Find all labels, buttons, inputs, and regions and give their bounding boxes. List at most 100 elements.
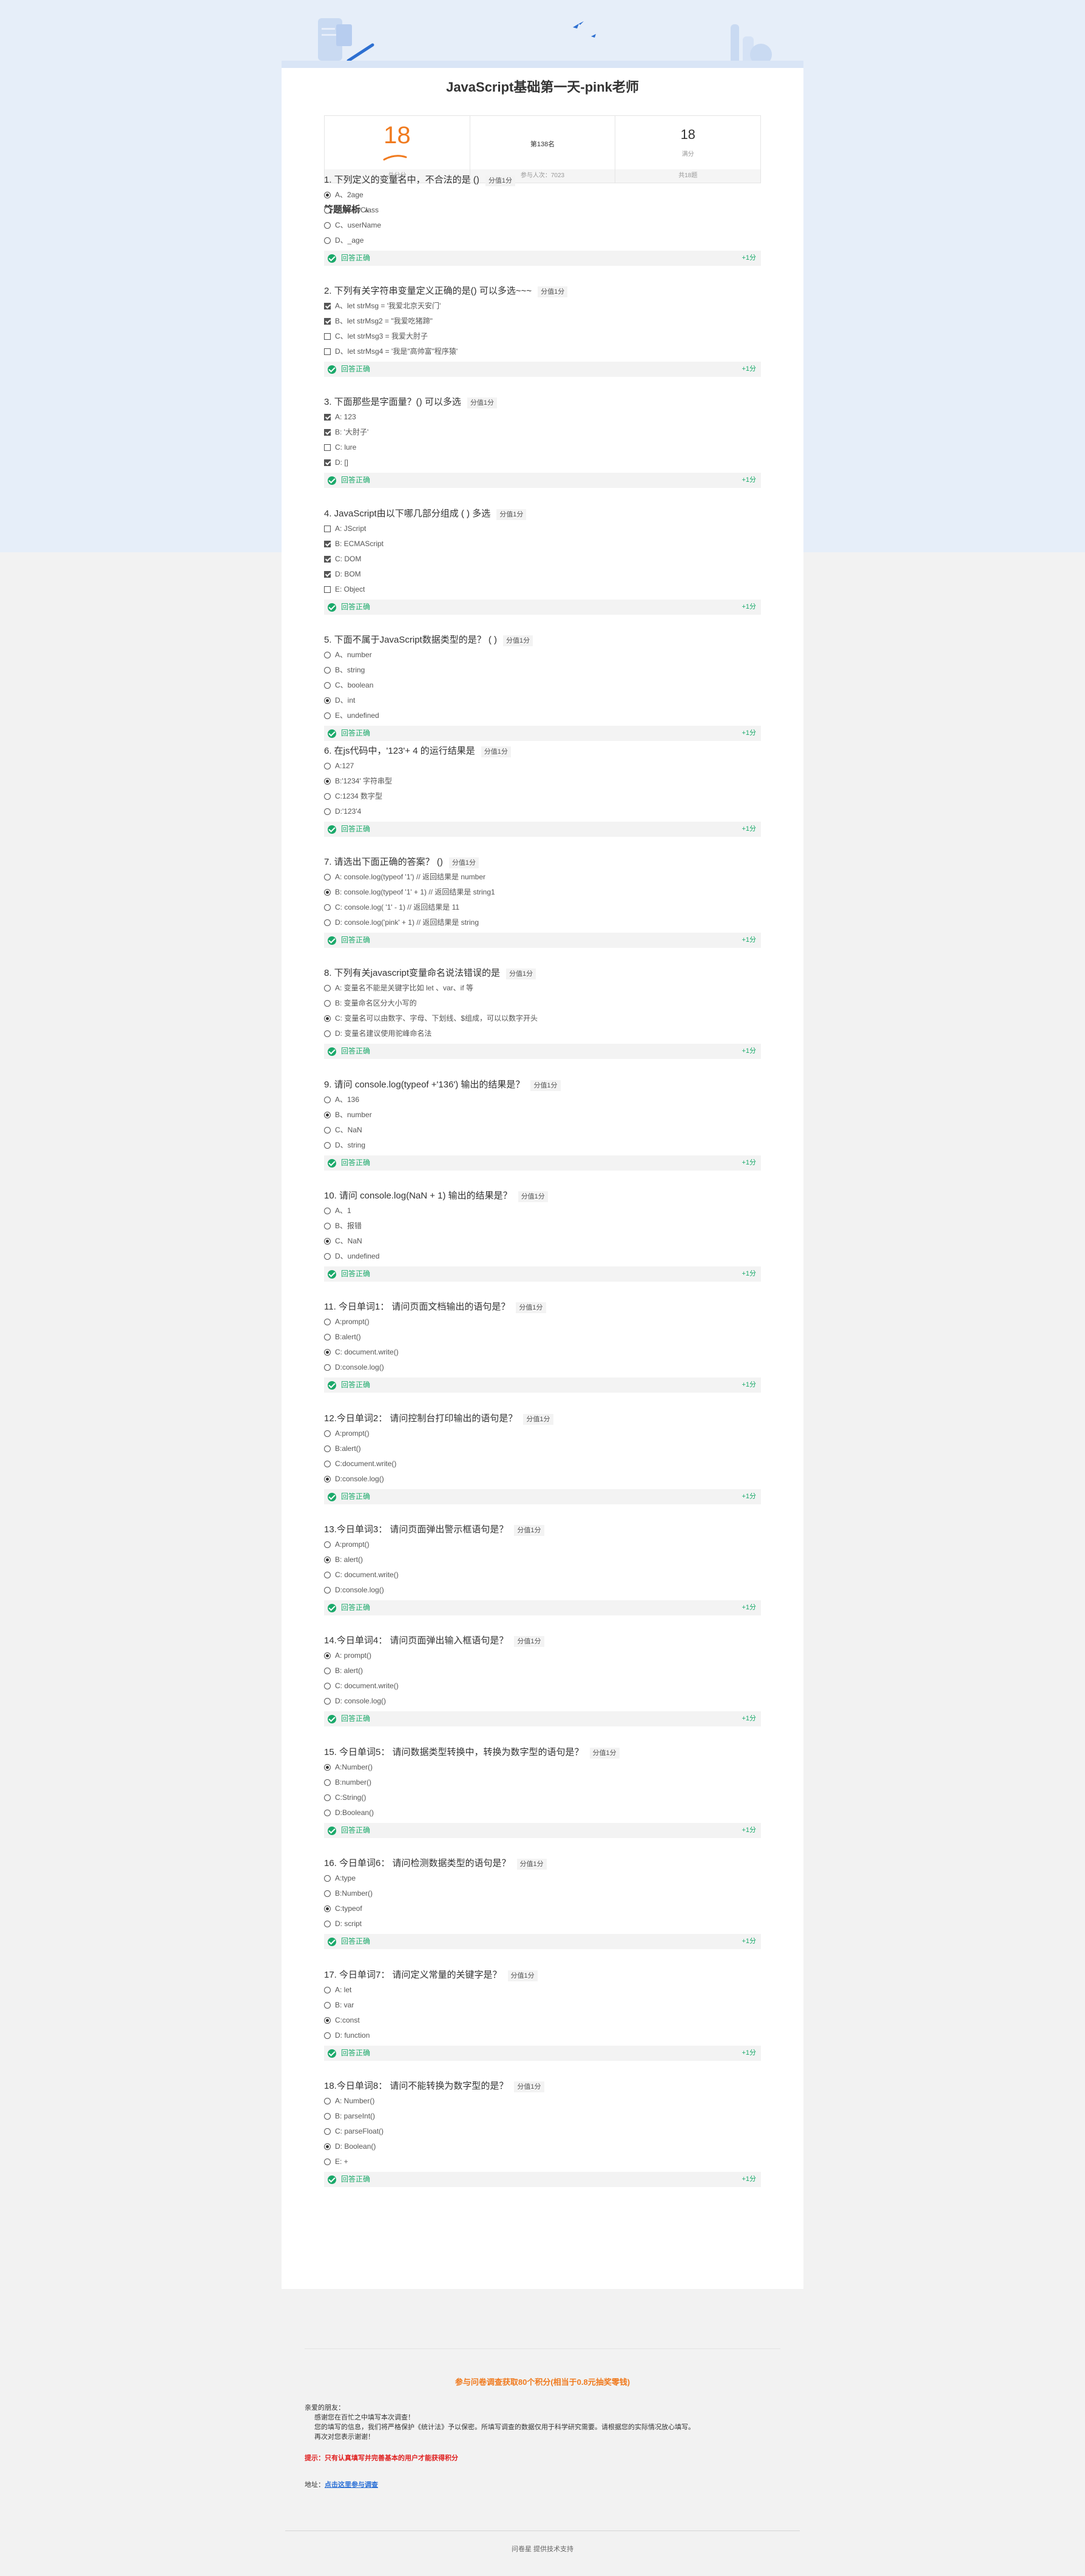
answer-option[interactable]: D:console.log() [324, 1472, 761, 1487]
answer-option[interactable]: B: alert() [324, 1552, 761, 1567]
answer-option[interactable]: A:prompt() [324, 1537, 761, 1552]
checkbox[interactable] [324, 459, 331, 466]
answer-option[interactable]: A:prompt() [324, 1314, 761, 1330]
radio-button[interactable] [324, 1890, 331, 1897]
radio-button[interactable] [324, 1142, 331, 1149]
answer-option[interactable]: A: let [324, 1983, 761, 1998]
radio-button[interactable] [324, 667, 331, 674]
answer-option[interactable]: C:1234 数字型 [324, 789, 761, 804]
checkbox[interactable] [324, 444, 331, 451]
radio-button[interactable] [324, 1794, 331, 1801]
answer-option[interactable]: B: parseInt() [324, 2109, 761, 2124]
checkbox[interactable] [324, 318, 331, 325]
radio-button[interactable] [324, 1461, 331, 1467]
radio-button[interactable] [324, 1698, 331, 1705]
answer-option[interactable]: B、报错 [324, 1219, 761, 1234]
answer-option[interactable]: D:Boolean() [324, 1805, 761, 1820]
answer-option[interactable]: C: document.write() [324, 1567, 761, 1583]
answer-option[interactable]: B、let strMsg2 = "我爱吃猪蹄" [324, 314, 761, 329]
radio-button[interactable] [324, 237, 331, 244]
answer-option[interactable]: E: Object [324, 582, 761, 597]
answer-option[interactable]: D:'123'4 [324, 804, 761, 819]
answer-option[interactable]: C:String() [324, 1790, 761, 1805]
radio-button[interactable] [324, 1683, 331, 1689]
radio-button[interactable] [324, 2128, 331, 2135]
answer-option[interactable]: D: BOM [324, 567, 761, 582]
checkbox[interactable] [324, 414, 331, 421]
answer-option[interactable]: A: 123 [324, 410, 761, 425]
answer-option[interactable]: B: console.log(typeof '1' + 1) // 返回结果是 … [324, 885, 761, 900]
radio-button[interactable] [324, 1223, 331, 1229]
answer-option[interactable]: B: '大肘子' [324, 425, 761, 440]
answer-option[interactable]: A:type [324, 1871, 761, 1886]
checkbox[interactable] [324, 303, 331, 309]
radio-button[interactable] [324, 1541, 331, 1548]
answer-option[interactable]: A: prompt() [324, 1648, 761, 1663]
radio-button[interactable] [324, 1668, 331, 1674]
radio-button[interactable] [324, 192, 331, 198]
answer-option[interactable]: C:document.write() [324, 1456, 761, 1472]
answer-option[interactable]: B: ECMAScript [324, 536, 761, 552]
radio-button[interactable] [324, 1430, 331, 1437]
answer-option[interactable]: D: Boolean() [324, 2139, 761, 2154]
answer-option[interactable]: A、number [324, 647, 761, 663]
answer-option[interactable]: B:number() [324, 1775, 761, 1790]
radio-button[interactable] [324, 919, 331, 926]
answer-option[interactable]: B、number [324, 1107, 761, 1123]
answer-option[interactable]: A:prompt() [324, 1426, 761, 1441]
radio-button[interactable] [324, 1905, 331, 1912]
answer-option[interactable]: B: alert() [324, 1663, 761, 1678]
radio-button[interactable] [324, 207, 331, 214]
radio-button[interactable] [324, 1779, 331, 1786]
checkbox[interactable] [324, 429, 331, 436]
checkbox[interactable] [324, 333, 331, 340]
answer-option[interactable]: E、undefined [324, 708, 761, 723]
answer-option[interactable]: C: DOM [324, 552, 761, 567]
answer-option[interactable]: D: 变量名建议使用驼峰命名法 [324, 1026, 761, 1041]
radio-button[interactable] [324, 1557, 331, 1563]
radio-button[interactable] [324, 1652, 331, 1659]
answer-option[interactable]: A: Number() [324, 2094, 761, 2109]
answer-option[interactable]: A:127 [324, 759, 761, 774]
answer-option[interactable]: A、let strMsg = '我爱北京天安门' [324, 299, 761, 314]
answer-option[interactable]: D、string [324, 1138, 761, 1153]
answer-option[interactable]: C: document.write() [324, 1345, 761, 1360]
answer-option[interactable]: A: 变量名不能是关键字比如 let 、var、if 等 [324, 981, 761, 996]
answer-option[interactable]: B:alert() [324, 1441, 761, 1456]
radio-button[interactable] [324, 1587, 331, 1594]
radio-button[interactable] [324, 2032, 331, 2039]
answer-option[interactable]: C: 变量名可以由数字、字母、下划线、$组成，可以以数字开头 [324, 1011, 761, 1026]
answer-option[interactable]: A: console.log(typeof '1') // 返回结果是 numb… [324, 870, 761, 885]
answer-option[interactable]: C、userName [324, 218, 761, 233]
checkbox[interactable] [324, 541, 331, 547]
answer-option[interactable]: B、newClass [324, 203, 761, 218]
answer-option[interactable]: B: 变量命名区分大小写的 [324, 996, 761, 1011]
answer-option[interactable]: E: + [324, 2154, 761, 2169]
radio-button[interactable] [324, 1208, 331, 1214]
answer-option[interactable]: B: var [324, 1998, 761, 2013]
radio-button[interactable] [324, 2002, 331, 2009]
answer-option[interactable]: C: document.write() [324, 1678, 761, 1694]
answer-option[interactable]: C:typeof [324, 1901, 761, 1916]
radio-button[interactable] [324, 2098, 331, 2104]
radio-button[interactable] [324, 1015, 331, 1022]
radio-button[interactable] [324, 1875, 331, 1882]
survey-link[interactable]: 点击这里参与调查 [325, 2481, 378, 2489]
answer-option[interactable]: C、NaN [324, 1234, 761, 1249]
answer-option[interactable]: D、undefined [324, 1249, 761, 1264]
radio-button[interactable] [324, 1810, 331, 1816]
radio-button[interactable] [324, 985, 331, 992]
radio-button[interactable] [324, 793, 331, 800]
answer-option[interactable]: D:console.log() [324, 1583, 761, 1598]
radio-button[interactable] [324, 697, 331, 704]
answer-option[interactable]: D、let strMsg4 = '我是"高帅富"程序猿' [324, 344, 761, 359]
radio-button[interactable] [324, 1334, 331, 1340]
radio-button[interactable] [324, 1319, 331, 1325]
answer-option[interactable]: D、int [324, 693, 761, 708]
answer-option[interactable]: C:const [324, 2013, 761, 2028]
radio-button[interactable] [324, 1112, 331, 1118]
radio-button[interactable] [324, 1238, 331, 1245]
radio-button[interactable] [324, 222, 331, 229]
radio-button[interactable] [324, 1097, 331, 1103]
answer-option[interactable]: A、1 [324, 1203, 761, 1219]
